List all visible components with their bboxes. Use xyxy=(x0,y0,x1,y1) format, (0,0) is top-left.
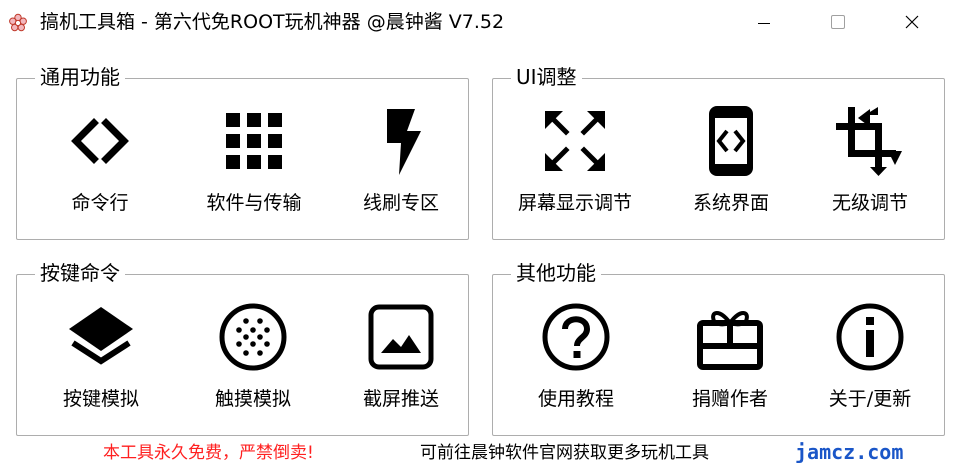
free-tool-warning: 本工具永久免费，严禁倒卖! xyxy=(103,443,314,463)
tool-label: 软件与传输 xyxy=(206,192,302,214)
command-line-button[interactable]: 命令行 xyxy=(30,103,170,223)
flash-zone-button[interactable]: 线刷专区 xyxy=(331,103,471,223)
grid-icon xyxy=(216,103,292,179)
ui-adjust-group: UI调整 屏幕显示调节 系统界面 无级调节 xyxy=(492,63,945,240)
tool-label: 使用教程 xyxy=(537,388,614,410)
tool-label: 捐赠作者 xyxy=(691,388,768,410)
group-title: 按键命令 xyxy=(35,259,125,287)
touch-dots-icon xyxy=(215,299,291,375)
code-brackets-icon xyxy=(62,103,138,179)
display-adjust-button[interactable]: 屏幕显示调节 xyxy=(505,103,645,223)
general-functions-group: 通用功能 命令行 软件与传输 线刷专区 xyxy=(16,63,471,240)
crop-icon xyxy=(832,103,908,179)
title-bar[interactable]: 搞机工具箱 - 第六代免ROOT玩机神器 @晨钟酱 V7.52 xyxy=(0,0,962,46)
info-icon xyxy=(832,299,908,375)
group-title: 通用功能 xyxy=(35,63,125,91)
minimize-icon xyxy=(758,14,770,33)
help-icon xyxy=(538,299,614,375)
maximize-button[interactable] xyxy=(801,0,875,46)
minimize-button[interactable] xyxy=(727,0,801,46)
key-commands-group: 按键命令 按键模拟 触摸模拟 截屏推送 xyxy=(16,259,471,436)
close-icon xyxy=(905,14,919,33)
screenshot-push-button[interactable]: 截屏推送 xyxy=(331,299,471,419)
image-icon xyxy=(363,299,439,375)
gift-icon xyxy=(692,299,768,375)
key-simulation-button[interactable]: 按键模拟 xyxy=(31,299,171,419)
tool-label: 线刷专区 xyxy=(362,192,439,214)
stepless-adjust-button[interactable]: 无级调节 xyxy=(800,103,940,223)
apps-transfer-button[interactable]: 软件与传输 xyxy=(184,103,324,223)
tool-label: 触摸模拟 xyxy=(214,388,291,410)
group-title: UI调整 xyxy=(511,63,582,91)
layers-icon xyxy=(63,299,139,375)
touch-simulation-button[interactable]: 触摸模拟 xyxy=(183,299,323,419)
donate-button[interactable]: 捐赠作者 xyxy=(660,299,800,419)
tool-label: 系统界面 xyxy=(692,192,769,214)
tool-label: 命令行 xyxy=(71,192,129,214)
website-info-text: 可前往晨钟软件官网获取更多玩机工具 xyxy=(420,443,709,463)
expand-arrows-icon xyxy=(537,103,613,179)
phone-code-icon xyxy=(693,103,769,179)
maximize-icon xyxy=(831,14,845,33)
flower-icon xyxy=(8,13,28,33)
tool-label: 按键模拟 xyxy=(62,388,139,410)
tool-label: 无级调节 xyxy=(831,192,908,214)
about-update-button[interactable]: 关于/更新 xyxy=(800,299,940,419)
other-functions-group: 其他功能 使用教程 捐赠作者 关于/更新 xyxy=(492,259,945,436)
tool-label: 截屏推送 xyxy=(362,388,439,410)
lightning-icon xyxy=(363,103,439,179)
tool-label: 屏幕显示调节 xyxy=(517,192,632,214)
tool-label: 关于/更新 xyxy=(828,388,912,410)
window-title: 搞机工具箱 - 第六代免ROOT玩机神器 @晨钟酱 V7.52 xyxy=(40,11,505,33)
website-link[interactable]: jamcz.com xyxy=(795,439,903,465)
tutorial-button[interactable]: 使用教程 xyxy=(506,299,646,419)
system-ui-button[interactable]: 系统界面 xyxy=(661,103,801,223)
group-title: 其他功能 xyxy=(511,259,601,287)
close-button[interactable] xyxy=(875,0,949,46)
